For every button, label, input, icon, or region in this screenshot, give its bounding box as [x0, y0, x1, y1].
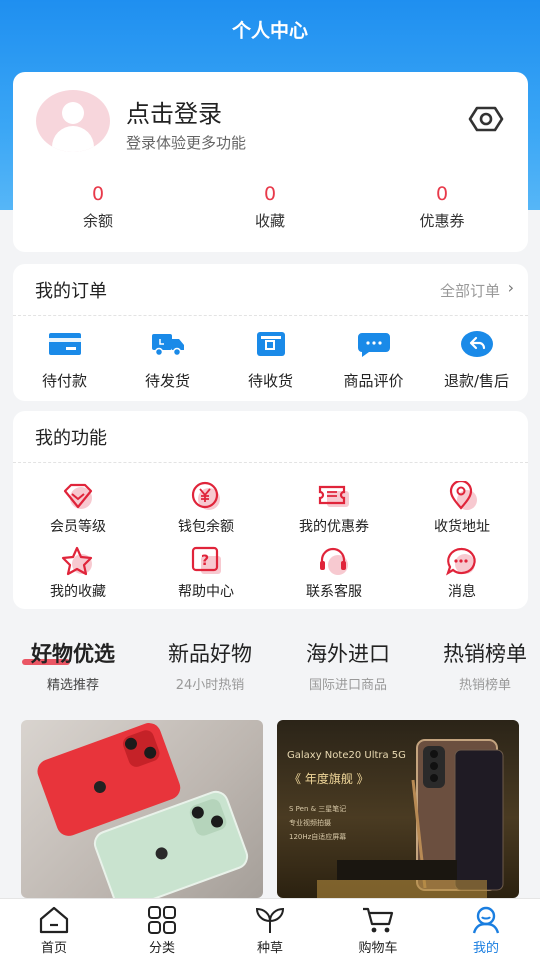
product-image-phones[interactable]: [21, 720, 263, 898]
profile-card: 点击登录 登录体验更多功能 0 余额 0 收藏 0 优惠券: [13, 72, 528, 252]
nav-cart[interactable]: 购物车: [324, 905, 432, 956]
orders-title: 我的订单: [35, 281, 107, 302]
home-icon: [37, 905, 71, 935]
yuan-icon: [189, 481, 223, 511]
star-icon: [61, 546, 95, 576]
truck-icon: [151, 330, 185, 358]
member-level[interactable]: 会员等级: [14, 481, 142, 536]
location-icon: [445, 479, 479, 511]
bottom-nav: 首页 分类 种草 购物车 我的: [0, 898, 540, 960]
shipping-address[interactable]: 收货地址: [398, 479, 526, 536]
svg-text:?: ?: [201, 553, 209, 569]
wallet-balance[interactable]: 钱包余额: [142, 481, 270, 536]
grid-icon: [145, 905, 179, 935]
stat-balance[interactable]: 0 余额: [38, 182, 158, 231]
page-title: 个人中心: [231, 20, 308, 42]
phone-render: [317, 739, 504, 898]
help-icon: ?: [189, 546, 223, 576]
orders-card: 我的订单 全部订单 › 待付款 待发货 待收货 商品评价 退款/售后: [13, 264, 528, 401]
nav-categories[interactable]: 分类: [108, 905, 216, 956]
card-icon: [48, 330, 82, 358]
help-center[interactable]: ? 帮助中心: [142, 546, 270, 601]
functions-card: 我的功能 会员等级 钱包余额 我的优惠券 收货地址 我的收藏 ? 帮助中心 联系…: [13, 411, 528, 609]
user-icon: [469, 905, 503, 935]
order-refund[interactable]: 退款/售后: [425, 330, 528, 391]
login-title[interactable]: 点击登录: [126, 94, 222, 129]
box-icon: [254, 330, 288, 358]
order-pending-shipment[interactable]: 待发货: [116, 330, 219, 391]
functions-title: 我的功能: [35, 428, 107, 449]
my-favorites[interactable]: 我的收藏: [14, 546, 142, 601]
login-subtitle: 登录体验更多功能: [126, 134, 247, 152]
product-image-galaxy-note[interactable]: Galaxy Note20 Ultra 5G 《 年度旗舰 》 S Pen & …: [277, 720, 519, 898]
sprout-icon: [253, 905, 287, 935]
diamond-icon: [61, 481, 95, 511]
order-pending-receipt[interactable]: 待收货: [219, 330, 322, 391]
tab-bestsellers[interactable]: 热销榜单 热销榜单: [430, 638, 540, 693]
stat-coupons[interactable]: 0 优惠券: [382, 182, 502, 231]
contact-support[interactable]: 联系客服: [270, 546, 398, 601]
stat-favorites[interactable]: 0 收藏: [210, 182, 330, 231]
coupon-icon: [317, 481, 351, 511]
headset-icon: [317, 546, 351, 576]
chevron-right-icon[interactable]: ›: [508, 278, 514, 297]
tab-overseas[interactable]: 海外进口 国际进口商品: [293, 638, 403, 693]
order-pending-payment[interactable]: 待付款: [13, 330, 116, 391]
nav-home[interactable]: 首页: [0, 905, 108, 956]
order-review[interactable]: 商品评价: [322, 330, 425, 391]
nav-mine[interactable]: 我的: [432, 905, 540, 956]
cart-icon: [361, 905, 395, 935]
settings-icon[interactable]: [468, 104, 504, 134]
avatar[interactable]: [36, 90, 110, 152]
my-coupons[interactable]: 我的优惠券: [270, 481, 398, 536]
tab-new-products[interactable]: 新品好物 24小时热销: [155, 638, 265, 693]
return-icon: [460, 330, 494, 358]
nav-seeding[interactable]: 种草: [216, 905, 324, 956]
messages[interactable]: 消息: [398, 546, 526, 601]
message-icon: [445, 546, 479, 576]
chat-icon: [357, 330, 391, 358]
all-orders-link[interactable]: 全部订单: [440, 280, 500, 301]
tab-featured[interactable]: 好物优选 精选推荐: [18, 638, 128, 693]
